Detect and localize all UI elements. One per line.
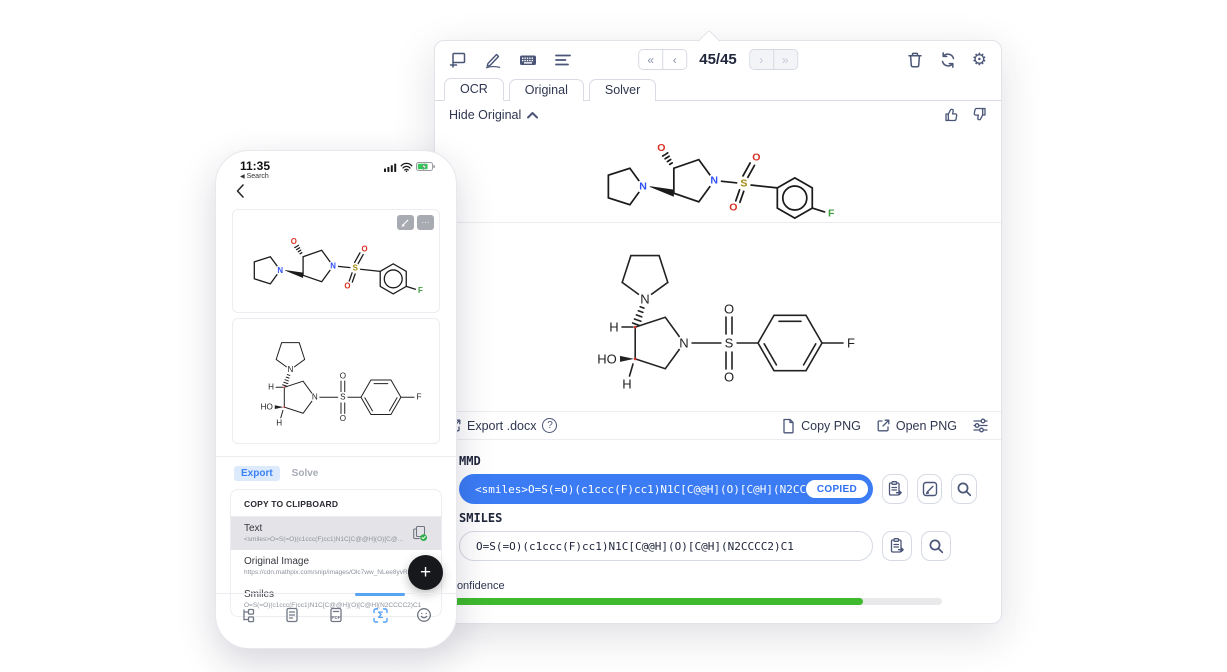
- trash-icon[interactable]: [906, 51, 924, 69]
- status-time: 11:35: [240, 159, 270, 173]
- add-snip-fab[interactable]: +: [408, 555, 443, 590]
- confidence-fill: [449, 598, 863, 605]
- snip-icon[interactable]: [449, 51, 467, 69]
- molecule-original-image: [593, 126, 843, 222]
- back-to-app[interactable]: ◀ Search: [240, 173, 270, 180]
- toolbar: « ‹ 45/45 › »: [435, 41, 1001, 78]
- rendered-structure-section: [435, 223, 1001, 411]
- mmd-value: <smiles>O=S(=O)(c1ccc(F)cc1)N1C[C@@H](O)…: [475, 483, 806, 496]
- open-png-button[interactable]: Open PNG: [876, 418, 957, 433]
- item-title: Text: [244, 523, 405, 534]
- format-settings-icon[interactable]: [972, 417, 989, 434]
- nav-snip-ocr-icon[interactable]: Σ: [360, 594, 400, 636]
- molecule-original-image: [243, 225, 429, 297]
- open-external-icon: [876, 418, 891, 433]
- mmd-field[interactable]: <smiles>O=S(=O)(c1ccc(F)cc1)N1C[C@@H](O)…: [459, 474, 873, 504]
- smiles-value: O=S(=O)(c1ccc(F)cc1)N1C[C@@H](O)[C@H](N2…: [476, 540, 794, 553]
- rendered-structure-card[interactable]: [232, 318, 440, 444]
- mmd-search-button[interactable]: [951, 474, 977, 504]
- smiles-field[interactable]: O=S(=O)(c1ccc(F)cc1)N1C[C@@H](O)[C@H](N2…: [459, 531, 873, 561]
- back-app-icon: ◀: [240, 173, 245, 180]
- export-docx-label: Export .docx: [467, 419, 536, 433]
- molecule-rendered-image: [553, 237, 883, 397]
- confidence-label: Confidence: [449, 580, 977, 592]
- snip-result-window: « ‹ 45/45 › »: [434, 40, 1002, 624]
- pagination: « ‹ 45/45 › »: [638, 49, 798, 70]
- chevron-up-icon[interactable]: [526, 110, 539, 120]
- settings-gear-icon[interactable]: ⚙: [972, 51, 987, 68]
- clipboard-item-text[interactable]: Text <smiles>O=S(=O)(c1ccc(F)cc1)N1C[C@@…: [231, 517, 441, 550]
- page-icon: [780, 418, 796, 434]
- clipboard-header: COPY TO CLIPBOARD: [231, 490, 441, 517]
- tab-export[interactable]: Export: [234, 466, 280, 481]
- copy-png-label: Copy PNG: [801, 419, 861, 433]
- item-subtitle: https://cdn.mathpix.com/snip/images/Olc7…: [244, 569, 428, 576]
- copy-png-button[interactable]: Copy PNG: [780, 418, 861, 434]
- battery-charging-icon: [416, 162, 436, 172]
- smiles-copy-button[interactable]: [882, 531, 912, 561]
- next-page-button[interactable]: ›: [750, 50, 773, 69]
- edit-snip-button[interactable]: [397, 215, 414, 230]
- phone-tabs: Export Solve: [216, 457, 456, 489]
- item-subtitle: <smiles>O=S(=O)(c1ccc(F)cc1)N1C[C@@H](O)…: [244, 536, 405, 543]
- phone-bottom-nav: PDF Σ: [216, 593, 456, 636]
- smiles-label: SMILES: [459, 511, 977, 525]
- open-png-label: Open PNG: [896, 419, 957, 433]
- nav-document-icon[interactable]: [272, 594, 312, 636]
- phone-status-bar: 11:35 ◀ Search: [216, 151, 456, 180]
- cellular-signal-icon: [384, 163, 397, 172]
- result-tabs: OCR Original Solver: [435, 78, 1001, 101]
- export-docx-button[interactable]: Export .docx: [447, 418, 536, 433]
- original-image-section: [435, 125, 1001, 222]
- tab-solve[interactable]: Solve: [292, 468, 319, 479]
- molecule-rendered-image: [233, 331, 439, 431]
- confidence-section: Confidence: [435, 568, 1001, 605]
- keyboard-icon[interactable]: [519, 51, 537, 69]
- hide-original-toggle[interactable]: Hide Original: [449, 108, 521, 122]
- mmd-copy-button[interactable]: [882, 474, 908, 504]
- tab-original[interactable]: Original: [509, 79, 584, 101]
- first-page-button[interactable]: «: [639, 50, 662, 69]
- item-title: Original Image: [244, 556, 428, 567]
- thumbs-down-icon[interactable]: [970, 106, 987, 123]
- more-options-button[interactable]: ···: [417, 215, 434, 230]
- sync-icon[interactable]: [939, 51, 957, 69]
- thumbs-up-icon[interactable]: [944, 106, 961, 123]
- tab-solver[interactable]: Solver: [589, 79, 656, 101]
- help-icon[interactable]: ?: [542, 418, 557, 433]
- mmd-label: MMD: [459, 454, 977, 468]
- text-lines-icon[interactable]: [554, 51, 572, 69]
- export-row: Export .docx ? Copy PNG: [435, 412, 1001, 440]
- copied-badge: COPIED: [806, 480, 868, 498]
- snip-image-card[interactable]: ···: [232, 209, 440, 313]
- draw-pen-icon[interactable]: [484, 51, 502, 69]
- tab-ocr[interactable]: OCR: [444, 78, 504, 101]
- copy-success-icon: [411, 525, 428, 542]
- page-indicator: 45/45: [699, 51, 737, 68]
- back-chevron-icon[interactable]: [235, 183, 245, 199]
- back-app-label: Search: [247, 173, 269, 180]
- nav-pdf-icon[interactable]: PDF: [316, 594, 356, 636]
- nav-account-icon[interactable]: [404, 594, 444, 636]
- pdf-badge: PDF: [332, 615, 341, 620]
- last-page-button[interactable]: »: [773, 50, 797, 69]
- nav-notes-icon[interactable]: [228, 594, 268, 636]
- phone-screenshot: 11:35 ◀ Search: [215, 150, 457, 649]
- sigma-glyph: Σ: [377, 611, 383, 621]
- prev-page-button[interactable]: ‹: [662, 50, 686, 69]
- wifi-icon: [400, 162, 413, 172]
- mmd-edit-button[interactable]: [917, 474, 943, 504]
- confidence-bar: [449, 598, 942, 605]
- smiles-search-button[interactable]: [921, 531, 951, 561]
